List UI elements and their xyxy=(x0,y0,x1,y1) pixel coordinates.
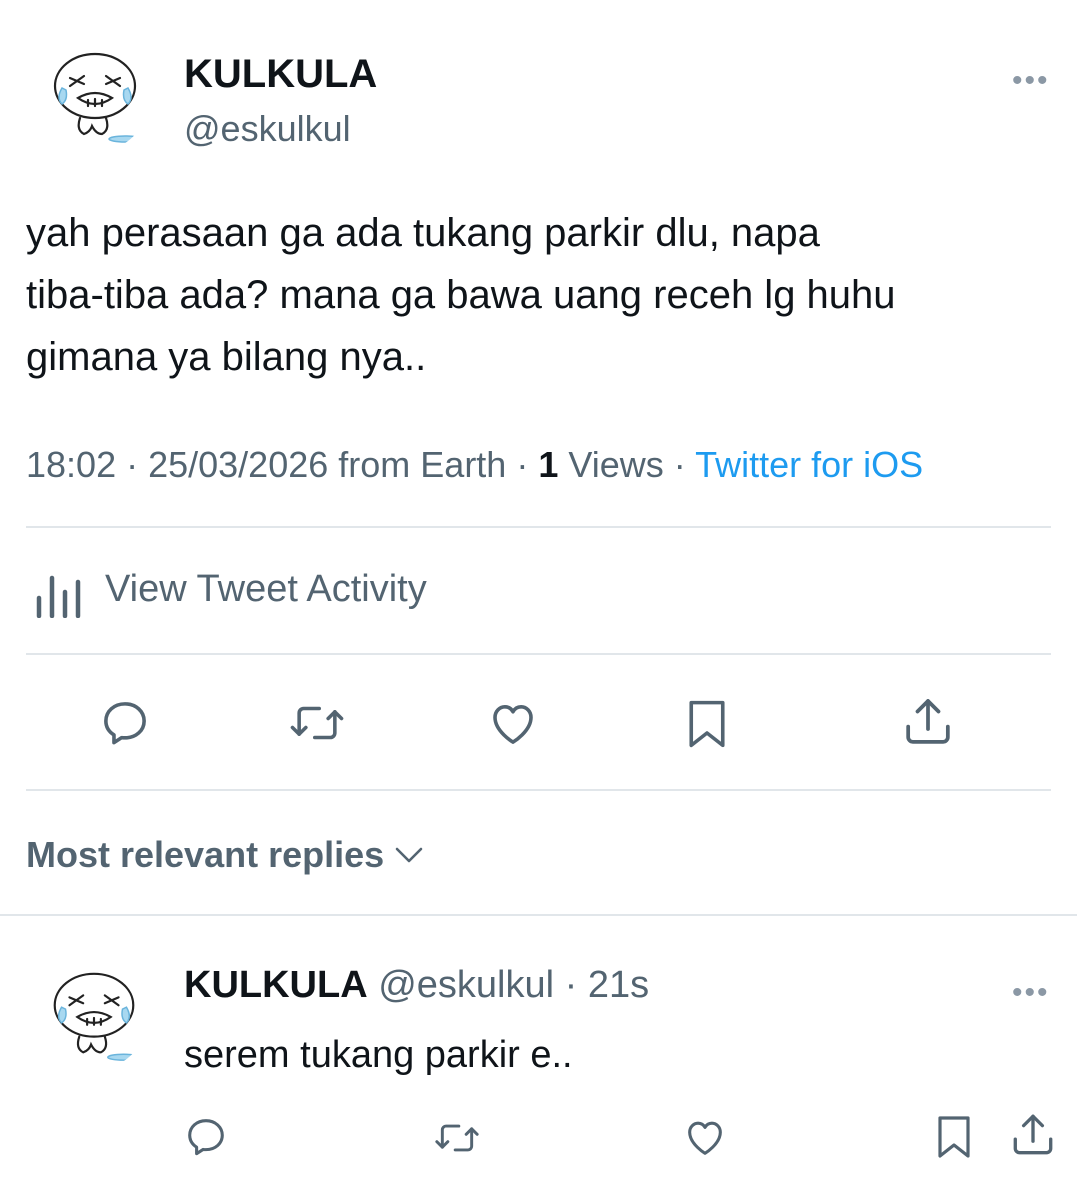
tweet-text-line: tiba-tiba ada? mana ga bawa uang receh l… xyxy=(26,273,896,317)
tweet-date[interactable]: 25/03/2026 xyxy=(148,444,328,485)
reply-retweet-button[interactable] xyxy=(432,1116,482,1160)
tweet-location: from Earth xyxy=(328,444,507,485)
reply-time[interactable]: 21s xyxy=(588,964,649,1006)
author-handle[interactable]: @eskulkul xyxy=(184,108,351,150)
reply-share-button[interactable] xyxy=(1008,1110,1058,1160)
meta-separator: · xyxy=(116,444,149,485)
tweet-text: yah perasaan ga ada tukang parkir dlu, n… xyxy=(26,202,1036,388)
reply-bookmark-button[interactable] xyxy=(930,1112,978,1162)
retweet-icon xyxy=(435,1124,479,1152)
reply-item[interactable]: KULKULA @eskulkul · 21s ••• serem tukang… xyxy=(0,916,1077,1200)
bookmark-icon xyxy=(938,1116,970,1158)
reply-author-name[interactable]: KULKULA xyxy=(184,964,368,1006)
tweet-meta: 18:02 · 25/03/2026 from Earth · 1 Views … xyxy=(26,444,923,486)
meta-separator: · xyxy=(554,964,588,1006)
more-options-icon[interactable]: ••• xyxy=(1012,66,1050,96)
crying-mascot-avatar-icon xyxy=(53,52,142,143)
chevron-down-icon xyxy=(395,847,423,863)
retweet-button[interactable] xyxy=(288,696,346,750)
views-label: Views xyxy=(558,444,664,485)
reply-author-handle[interactable]: @eskulkul xyxy=(378,964,554,1006)
divider xyxy=(26,653,1051,655)
views-count: 1 xyxy=(538,444,559,485)
author-name[interactable]: KULKULA xyxy=(184,52,377,97)
share-icon xyxy=(906,699,950,744)
reply-more-options-icon[interactable]: ••• xyxy=(1012,978,1050,1008)
view-tweet-activity-label: View Tweet Activity xyxy=(105,568,427,610)
reply-text: serem tukang parkir e.. xyxy=(184,1034,573,1076)
tweet-text-line: gimana ya bilang nya.. xyxy=(26,335,427,379)
replies-sort-dropdown[interactable]: Most relevant replies xyxy=(26,834,424,876)
view-tweet-activity-button[interactable]: View Tweet Activity xyxy=(34,566,654,620)
like-icon xyxy=(493,705,533,744)
replies-sort-label: Most relevant replies xyxy=(26,834,385,875)
like-icon xyxy=(688,1121,722,1155)
bookmark-icon xyxy=(689,700,725,748)
share-icon xyxy=(1013,1114,1053,1155)
reply-icon xyxy=(104,702,146,745)
divider xyxy=(26,789,1051,791)
reply-button[interactable] xyxy=(98,696,152,750)
divider xyxy=(26,526,1051,528)
crying-mascot-avatar-icon xyxy=(53,972,140,1061)
tweet-text-line: yah perasaan ga ada tukang parkir dlu, n… xyxy=(26,211,820,255)
meta-separator: · xyxy=(663,444,696,485)
reply-author-avatar[interactable] xyxy=(40,962,148,1070)
tweet-time[interactable]: 18:02 xyxy=(26,444,116,485)
bookmark-button[interactable] xyxy=(680,696,734,752)
retweet-icon xyxy=(290,706,344,740)
meta-separator: · xyxy=(506,444,539,485)
reply-icon xyxy=(188,1119,224,1156)
analytics-icon xyxy=(36,575,81,618)
reply-reply-button[interactable] xyxy=(183,1114,229,1160)
author-avatar[interactable] xyxy=(40,42,150,152)
reply-like-button[interactable] xyxy=(682,1114,728,1160)
client-link[interactable]: Twitter for iOS xyxy=(695,444,923,485)
share-button[interactable] xyxy=(900,694,956,750)
like-button[interactable] xyxy=(486,696,540,750)
reply-header: KULKULA @eskulkul · 21s xyxy=(184,964,649,1007)
